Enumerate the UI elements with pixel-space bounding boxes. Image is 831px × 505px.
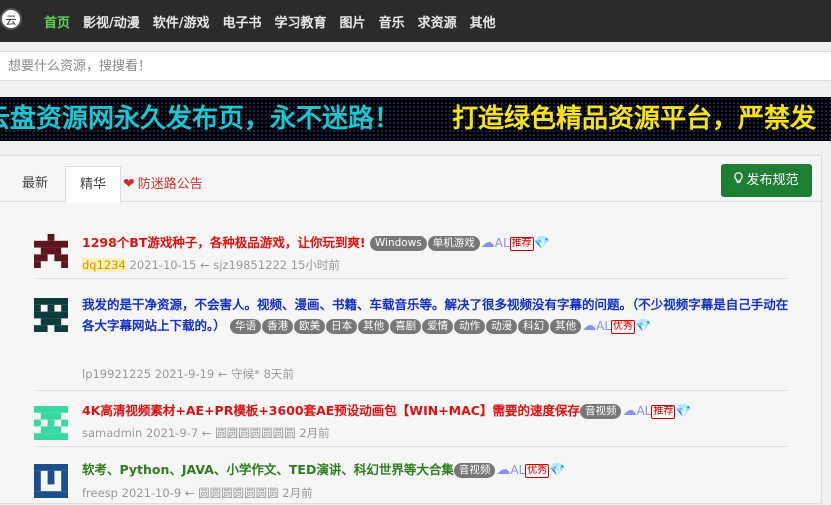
- thread-item: 1298个BT游戏种子，各种极品游戏，让你玩到爽! Windows 单机游戏 ☁AL…: [34, 220, 789, 279]
- thread-title-text[interactable]: 软考、Python、JAVA、小学作文、TED演讲、科幻世界等大合集: [82, 462, 454, 477]
- tab-notice-label: 防迷路公告: [137, 177, 203, 192]
- thread-tag[interactable]: 音视频: [453, 463, 496, 478]
- nav-item-home[interactable]: 首页: [44, 12, 70, 31]
- thread-tabs: 最新 精华 ❤ 防迷路公告 发布规范: [0, 156, 822, 203]
- thread-date: 2021-9-7: [145, 426, 199, 440]
- al-label: AL: [636, 404, 652, 418]
- last-reply-time: 2月前: [299, 426, 330, 440]
- thread-tag[interactable]: 爱情: [422, 319, 454, 334]
- excellent-badge: 优秀: [611, 320, 636, 334]
- thread-item: 软考、Python、JAVA、小学作文、TED演讲、科幻世界等大合集 音视频 ☁AL…: [34, 450, 789, 505]
- reply-arrow-icon: ←: [184, 486, 195, 500]
- avatar[interactable]: [34, 234, 68, 268]
- lightbulb-icon: [734, 164, 744, 197]
- last-reply-user[interactable]: 圆圆圆圆圆圆圆: [215, 426, 296, 440]
- al-label: AL: [510, 463, 526, 477]
- cloud-icon: ☁: [496, 462, 511, 478]
- nav-item-request[interactable]: 求资源: [418, 12, 457, 31]
- thread-tag[interactable]: 单机游戏: [427, 236, 480, 251]
- publish-rules-button[interactable]: 发布规范: [721, 164, 812, 197]
- nav-menu: 首页 影视/动漫 软件/游戏 电子书 学习教育 图片 音乐 求资源 其他: [44, 0, 509, 42]
- reply-arrow-icon: ←: [201, 426, 212, 440]
- avatar[interactable]: [34, 406, 68, 440]
- search-bar: [0, 51, 831, 81]
- cloud-icon: ☁: [480, 235, 495, 251]
- last-reply-user[interactable]: sjz19851222: [213, 258, 287, 272]
- ticker-text-1: 云盘资源网永久发布页，永不迷路！: [0, 104, 401, 134]
- nav-item-video[interactable]: 影视/动漫: [83, 12, 140, 31]
- nav-item-ebook[interactable]: 电子书: [223, 12, 262, 31]
- excellent-badge: 优秀: [525, 464, 550, 478]
- avatar[interactable]: [34, 464, 68, 498]
- thread-date: 2021-10-15: [129, 258, 197, 272]
- avatar[interactable]: [34, 298, 68, 332]
- nav-item-images[interactable]: 图片: [340, 12, 366, 31]
- thread-author[interactable]: freesp: [82, 486, 118, 500]
- al-label: AL: [596, 319, 612, 333]
- last-reply-user[interactable]: 圆圆圆圆圆圆圆: [198, 486, 279, 500]
- publish-rules-label: 发布规范: [746, 173, 799, 188]
- thread-date: 2021-9-19: [154, 367, 215, 381]
- last-reply-user[interactable]: 守候*: [231, 367, 260, 381]
- thread-tag[interactable]: 喜剧: [390, 319, 422, 334]
- thread-tag[interactable]: 其他: [358, 319, 390, 334]
- thread-meta: dq1234 2021-10-15 ← sjz19851222 15小时前: [82, 257, 340, 273]
- thread-title[interactable]: 我发的是干净资源，不会害人。视频、漫画、书籍、车载音乐等。解决了很多视频没有字幕…: [82, 294, 792, 337]
- announcement-ticker: 云盘资源网永久发布页，永不迷路！ 打造绿色精品资源平台，严禁发: [0, 97, 831, 141]
- nav-item-software[interactable]: 软件/游戏: [153, 12, 210, 31]
- thread-meta: freesp 2021-10-9 ← 圆圆圆圆圆圆圆 2月前: [82, 485, 313, 501]
- search-input[interactable]: [0, 52, 828, 80]
- diamond-icon: 💎: [533, 236, 550, 251]
- diamond-icon: 💎: [675, 404, 692, 419]
- recommend-badge: 推荐: [509, 237, 534, 251]
- thread-title[interactable]: 4K高清视频素材+AE+PR模板+3600套AE预设动画包【WIN+MAC】需要…: [82, 400, 792, 422]
- thread-meta: lp19921225 2021-9-19 ← 守候* 8天前: [82, 366, 294, 382]
- thread-item: 我发的是干净资源，不会害人。视频、漫画、书籍、车载音乐等。解决了很多视频没有字幕…: [34, 280, 789, 391]
- heart-icon: ❤: [123, 176, 135, 192]
- thread-tag[interactable]: 日本: [326, 319, 358, 334]
- thread-author[interactable]: samadmin: [82, 426, 142, 440]
- last-reply-time: 2月前: [282, 486, 313, 500]
- nav-item-education[interactable]: 学习教育: [275, 12, 327, 31]
- site-logo[interactable]: 云: [0, 8, 22, 30]
- diamond-icon: 💎: [549, 463, 566, 478]
- thread-item: 4K高清视频素材+AE+PR模板+3600套AE预设动画包【WIN+MAC】需要…: [34, 392, 789, 447]
- thread-author[interactable]: dq1234: [82, 258, 126, 272]
- cloud-icon: ☁: [622, 403, 637, 419]
- top-navbar: 云 首页 影视/动漫 软件/游戏 电子书 学习教育 图片 音乐 求资源 其他: [0, 0, 831, 42]
- recommend-badge: 推荐: [651, 405, 676, 419]
- thread-tag[interactable]: 华语: [230, 319, 262, 334]
- thread-tag[interactable]: 科幻: [518, 319, 550, 334]
- al-label: AL: [494, 236, 510, 250]
- reply-arrow-icon: ←: [200, 258, 210, 272]
- thread-date: 2021-10-9: [121, 486, 182, 500]
- tab-notice[interactable]: ❤ 防迷路公告: [123, 166, 203, 202]
- thread-title[interactable]: 软考、Python、JAVA、小学作文、TED演讲、科幻世界等大合集 音视频 ☁AL…: [82, 459, 792, 481]
- tab-latest[interactable]: 最新: [22, 166, 48, 202]
- last-reply-time: 8天前: [263, 367, 294, 381]
- diamond-icon: 💎: [635, 319, 652, 334]
- nav-item-other[interactable]: 其他: [470, 12, 496, 31]
- thread-author[interactable]: lp19921225: [82, 367, 151, 381]
- thread-title-text[interactable]: 1298个BT游戏种子，各种极品游戏，让你玩到爽!: [82, 235, 366, 250]
- thread-title-text[interactable]: 4K高清视频素材+AE+PR模板+3600套AE预设动画包【WIN+MAC】需要…: [82, 403, 580, 418]
- thread-tag[interactable]: 欧美: [294, 319, 326, 334]
- reply-arrow-icon: ←: [217, 367, 228, 381]
- tab-essence[interactable]: 精华: [65, 166, 122, 203]
- thread-title[interactable]: 1298个BT游戏种子，各种极品游戏，让你玩到爽! Windows 单机游戏 ☁AL…: [82, 232, 782, 254]
- ticker-text-2: 打造绿色精品资源平台，严禁发: [452, 104, 817, 134]
- last-reply-time: 15小时前: [290, 258, 340, 272]
- thread-panel: 最新 精华 ❤ 防迷路公告 发布规范 1298个BT游戏种子，各种极品游戏，让你玩…: [0, 155, 822, 504]
- thread-tag[interactable]: 音视频: [579, 404, 622, 419]
- thread-tag[interactable]: 动漫: [486, 319, 518, 334]
- thread-tag[interactable]: 香港: [262, 319, 294, 334]
- cloud-icon: ☁: [582, 318, 597, 334]
- thread-tag[interactable]: Windows: [369, 236, 427, 251]
- thread-meta: samadmin 2021-9-7 ← 圆圆圆圆圆圆圆 2月前: [82, 425, 330, 441]
- nav-item-music[interactable]: 音乐: [379, 12, 405, 31]
- thread-tag[interactable]: 动作: [454, 319, 486, 334]
- thread-tag[interactable]: 其他: [550, 319, 582, 334]
